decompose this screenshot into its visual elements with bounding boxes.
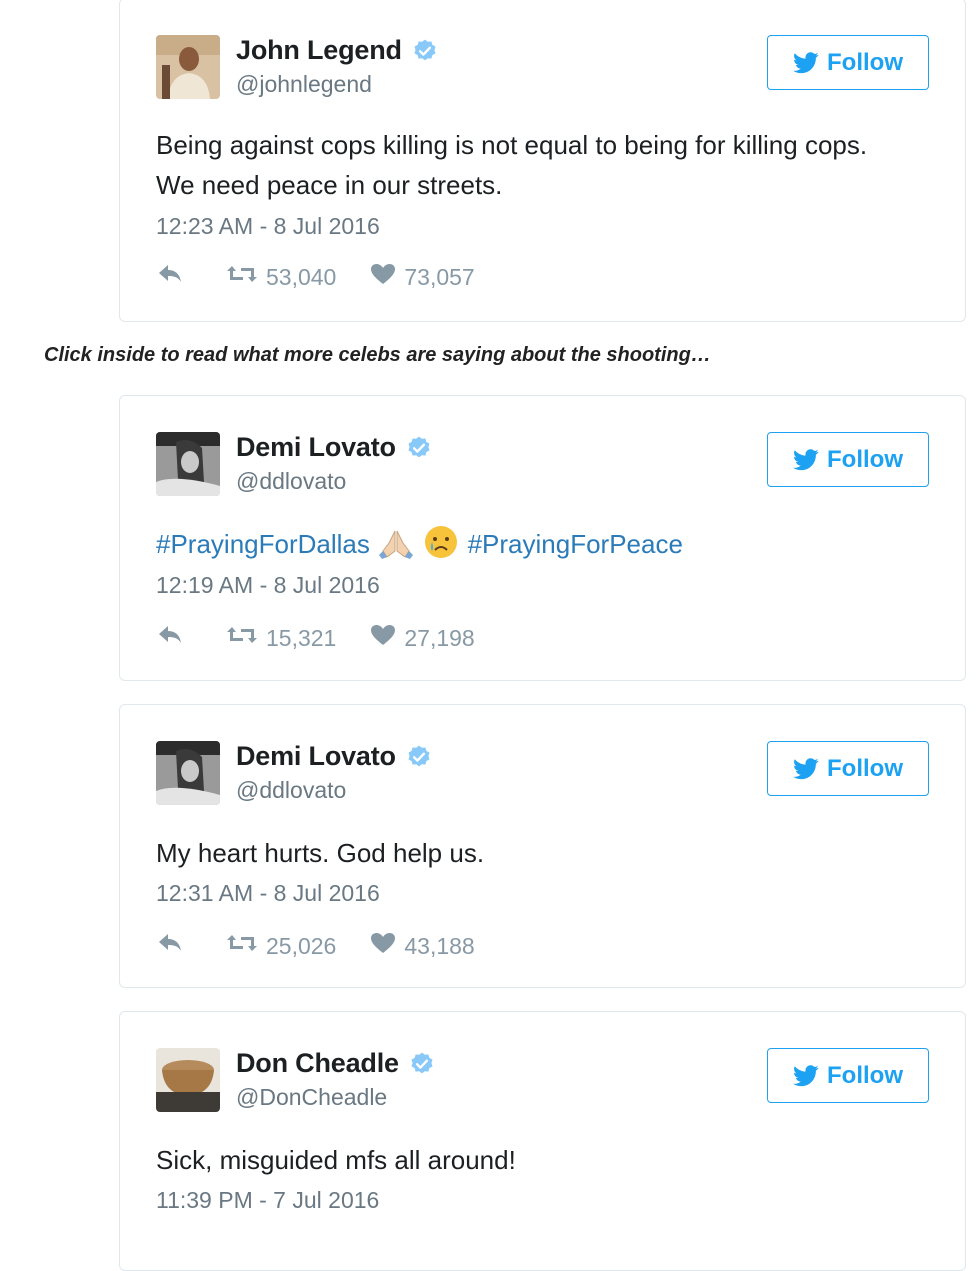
caption-text[interactable]: Click inside to read what more celebs ar… (44, 344, 711, 367)
reply-icon (156, 263, 192, 291)
like-button[interactable]: 27,198 (370, 624, 475, 652)
retweet-button[interactable]: 25,026 (226, 932, 336, 960)
retweet-count: 25,026 (266, 932, 337, 959)
avatar[interactable] (156, 1048, 220, 1112)
folded-hands-emoji (379, 525, 414, 570)
crying-face-emoji (424, 525, 458, 570)
heart-icon (370, 263, 404, 291)
reply-icon (156, 932, 192, 960)
display-name[interactable]: Demi Lovato (236, 432, 396, 463)
heart-icon (370, 932, 404, 960)
retweet-icon (226, 263, 266, 291)
avatar[interactable] (156, 741, 220, 805)
tweet-timestamp[interactable]: 11:39 PM - 7 Jul 2016 (156, 1187, 379, 1214)
tweet-text: My heart hurts. God help us. (156, 838, 485, 868)
tweet-text: #PrayingForDallas #PrayingForPeace (156, 524, 885, 570)
follow-button[interactable]: Follow (767, 741, 929, 796)
tweet-card[interactable]: Don Cheadle @DonCheadle Follow Sick, mis… (119, 1011, 966, 1271)
user-handle[interactable]: @DonCheadle (236, 1084, 387, 1111)
tweet-card[interactable]: Demi Lovato @ddlovato Follow #PrayingFor… (119, 395, 966, 681)
retweet-icon (226, 624, 266, 652)
verified-badge-icon (412, 38, 438, 64)
display-name[interactable]: Demi Lovato (236, 741, 396, 772)
like-count: 73,057 (404, 263, 475, 290)
tweet-card[interactable]: John Legend @johnlegend Follow Being aga… (119, 0, 966, 322)
retweet-count: 53,040 (266, 263, 337, 290)
like-count: 43,188 (404, 932, 475, 959)
hashtag-link[interactable]: #PrayingForPeace (468, 529, 683, 559)
verified-badge-icon (406, 435, 432, 461)
retweet-icon (226, 932, 266, 960)
twitter-bird-icon (793, 1064, 819, 1087)
display-name[interactable]: John Legend (236, 35, 402, 66)
like-count: 27,198 (404, 624, 475, 651)
twitter-bird-icon (793, 448, 819, 471)
tweet-actions: 15,321 27,198 (156, 624, 509, 652)
reply-button[interactable] (156, 624, 192, 652)
avatar[interactable] (156, 35, 220, 99)
follow-label: Follow (827, 1061, 903, 1089)
like-button[interactable]: 73,057 (370, 263, 475, 291)
follow-button[interactable]: Follow (767, 1048, 929, 1103)
user-handle[interactable]: @johnlegend (236, 71, 372, 98)
retweet-button[interactable]: 15,321 (226, 624, 336, 652)
follow-button[interactable]: Follow (767, 35, 929, 90)
twitter-bird-icon (793, 51, 819, 74)
user-handle[interactable]: @ddlovato (236, 468, 346, 495)
tweet-timestamp[interactable]: 12:19 AM - 8 Jul 2016 (156, 572, 380, 599)
tweet-actions: 25,026 43,188 (156, 932, 509, 960)
tweet-timestamp[interactable]: 12:31 AM - 8 Jul 2016 (156, 880, 380, 907)
reply-icon (156, 624, 192, 652)
twitter-bird-icon (793, 757, 819, 780)
reply-button[interactable] (156, 263, 192, 291)
reply-button[interactable] (156, 932, 192, 960)
tweet-text: Sick, misguided mfs all around! (156, 1145, 516, 1175)
heart-icon (370, 624, 404, 652)
avatar[interactable] (156, 432, 220, 496)
like-button[interactable]: 43,188 (370, 932, 475, 960)
tweet-text: Being against cops killing is not equal … (156, 130, 868, 200)
display-name[interactable]: Don Cheadle (236, 1048, 399, 1079)
retweet-count: 15,321 (266, 624, 337, 651)
tweet-timestamp[interactable]: 12:23 AM - 8 Jul 2016 (156, 213, 380, 240)
follow-label: Follow (827, 445, 903, 473)
follow-label: Follow (827, 48, 903, 76)
verified-badge-icon (409, 1051, 435, 1077)
verified-badge-icon (406, 744, 432, 770)
retweet-button[interactable]: 53,040 (226, 263, 336, 291)
user-handle[interactable]: @ddlovato (236, 777, 346, 804)
follow-button[interactable]: Follow (767, 432, 929, 487)
hashtag-link[interactable]: #PrayingForDallas (156, 529, 370, 559)
tweet-card[interactable]: Demi Lovato @ddlovato Follow My heart hu… (119, 704, 966, 988)
follow-label: Follow (827, 754, 903, 782)
tweet-actions: 53,040 73,057 (156, 263, 509, 291)
